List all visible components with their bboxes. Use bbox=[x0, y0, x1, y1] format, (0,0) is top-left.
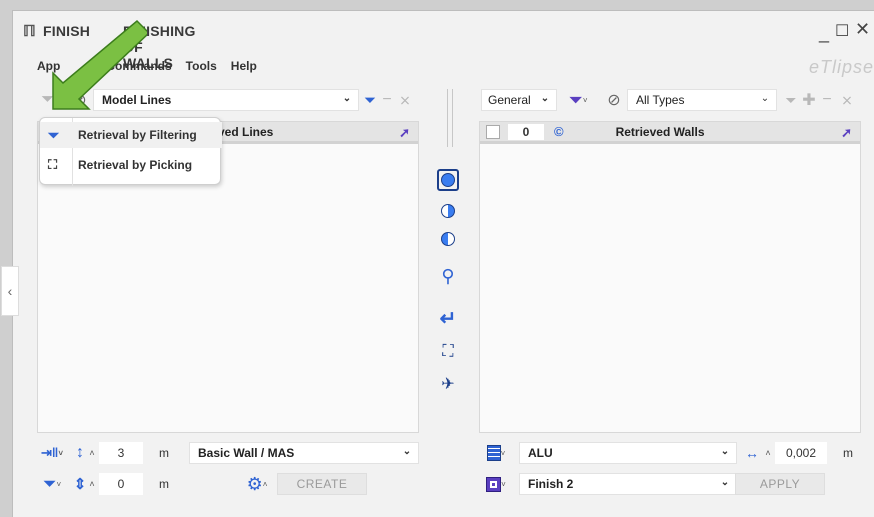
offset-stepper-icon[interactable]: ˄ bbox=[87, 473, 97, 495]
no-filter-icon[interactable]: ⊘ bbox=[603, 89, 625, 111]
full-circle-icon[interactable] bbox=[437, 169, 459, 191]
brand-logo: eTlipse bbox=[808, 57, 874, 77]
minimize-icon[interactable]: _ bbox=[819, 23, 829, 44]
retrieval-popup-menu: ⏷ Retrieval by Filtering ⛶ Retrieval by … bbox=[39, 117, 222, 186]
wall-height-mode-icon[interactable]: ⇥‖ ˅ bbox=[37, 442, 67, 464]
filter-icon[interactable]: ⏷ bbox=[783, 89, 799, 111]
types-combo[interactable]: All Types ⌄ bbox=[627, 89, 777, 111]
offset-icon: ⇕ bbox=[73, 476, 87, 493]
splitter[interactable] bbox=[447, 89, 453, 147]
thickness-input[interactable]: 0,002 bbox=[775, 442, 827, 464]
filter-dropdown-icon[interactable]: ⏷˅ bbox=[565, 89, 591, 111]
height-unit: m bbox=[159, 446, 169, 460]
chevron-down-icon: ⌄ bbox=[718, 446, 732, 460]
collapse-handle[interactable]: ‹ bbox=[1, 266, 19, 316]
pick-cursor-icon[interactable]: ➚ bbox=[399, 125, 410, 141]
chevron-down-icon: ⌄ bbox=[758, 93, 772, 107]
count-field: 0 bbox=[508, 123, 544, 140]
chevron-down-icon: ⌄ bbox=[538, 93, 552, 107]
wall-type-combo[interactable]: Basic Wall / MAS ⌄ bbox=[189, 442, 419, 464]
height-stepper-icon[interactable]: ˄ bbox=[87, 442, 97, 464]
left-panel-title: ved Lines bbox=[218, 124, 274, 139]
menu-tools[interactable]: Tools bbox=[186, 59, 217, 73]
offset-input[interactable]: 0 bbox=[99, 473, 143, 495]
chevron-down-icon: ⌄ bbox=[340, 93, 354, 107]
material-pattern-icon[interactable]: ˅ bbox=[481, 442, 511, 464]
remove-icon[interactable]: − bbox=[819, 89, 835, 111]
maximize-icon[interactable]: ☐ bbox=[835, 21, 849, 41]
unselect-icon[interactable]: ✈ bbox=[437, 373, 459, 395]
filter-dropdown-icon[interactable]: ⏷˅ bbox=[37, 473, 67, 495]
green-arrow-indicator bbox=[52, 19, 147, 110]
chevron-down-icon: ⌄ bbox=[718, 477, 732, 491]
height-input[interactable]: 3 bbox=[99, 442, 143, 464]
filter-icon[interactable]: ⏷ bbox=[362, 89, 378, 111]
focus-icon[interactable]: ⛶ bbox=[437, 341, 459, 363]
refresh-icon[interactable]: © bbox=[554, 124, 564, 139]
remove-icon[interactable]: − bbox=[379, 89, 395, 111]
add-icon[interactable]: ✚ bbox=[801, 89, 817, 111]
thickness-unit: m bbox=[843, 446, 853, 460]
half-circle-left-icon[interactable] bbox=[438, 201, 458, 221]
popup-item-filtering[interactable]: ⏷ Retrieval by Filtering bbox=[40, 122, 222, 148]
return-icon[interactable]: ↵ bbox=[437, 307, 459, 330]
right-list-panel[interactable]: 0 © Retrieved Walls ➚ bbox=[479, 121, 861, 433]
select-all-checkbox[interactable] bbox=[486, 124, 500, 139]
height-icon: ↕ bbox=[76, 444, 84, 461]
clear-icon[interactable]: ⨯ bbox=[839, 89, 855, 111]
right-panel-title: Retrieved Walls bbox=[615, 124, 705, 139]
finish-combo[interactable]: Finish 2 ⌄ bbox=[519, 473, 737, 495]
app-window: ℿ FINISHFINISHING OF WALLS _ ☐ ✕ App Com… bbox=[1, 10, 874, 517]
app-logo-icon: ℿ bbox=[23, 23, 36, 40]
right-panel-header: 0 © Retrieved Walls ➚ bbox=[480, 122, 860, 144]
thickness-icon: ↔ bbox=[745, 445, 759, 461]
thickness-stepper-icon[interactable]: ˄ bbox=[763, 442, 773, 464]
material-combo[interactable]: ALU ⌄ bbox=[519, 442, 737, 464]
filter-icon: ⏷ bbox=[48, 126, 60, 143]
popup-item-picking[interactable]: ⛶ Retrieval by Picking bbox=[40, 152, 222, 178]
close-icon[interactable]: ✕ bbox=[855, 19, 870, 40]
apply-button[interactable]: APPLY bbox=[735, 473, 825, 495]
zoom-icon[interactable]: ⚲ bbox=[437, 265, 459, 287]
finish-color-icon[interactable]: ˅ bbox=[481, 473, 511, 495]
pick-icon: ⛶ bbox=[48, 157, 58, 172]
menu-help[interactable]: Help bbox=[231, 59, 257, 73]
offset-unit: m bbox=[159, 477, 169, 491]
clear-icon[interactable]: ⨯ bbox=[397, 89, 413, 111]
create-button[interactable]: CREATE bbox=[277, 473, 367, 495]
category-combo[interactable]: General ⌄ bbox=[481, 89, 557, 111]
half-circle-right-icon[interactable] bbox=[438, 229, 458, 249]
pick-cursor-icon[interactable]: ➚ bbox=[841, 125, 852, 141]
chevron-down-icon: ⌄ bbox=[400, 446, 414, 460]
settings-gear-icon[interactable]: ⚙ ˄ bbox=[245, 473, 269, 495]
